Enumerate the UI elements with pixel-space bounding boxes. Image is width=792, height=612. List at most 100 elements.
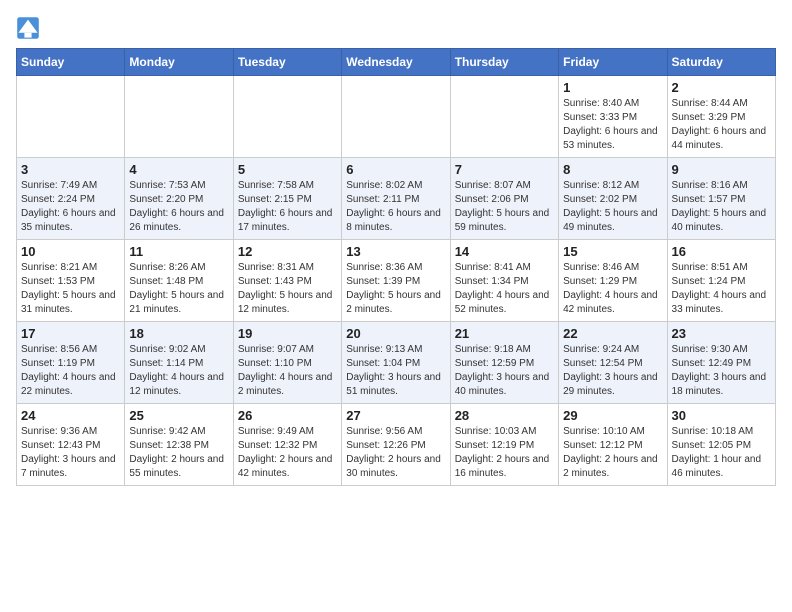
day-info: Sunrise: 9:02 AM Sunset: 1:14 PM Dayligh…	[129, 343, 228, 399]
calendar-cell: 18Sunrise: 9:02 AM Sunset: 1:14 PM Dayli…	[125, 322, 233, 404]
weekday-header-friday: Friday	[559, 49, 667, 76]
day-info: Sunrise: 9:42 AM Sunset: 12:38 PM Daylig…	[129, 425, 228, 481]
calendar-cell: 27 Sunrise: 9:56 AM Sunset: 12:26 PM Dayl…	[342, 404, 450, 486]
day-info: Sunrise: 9:56 AM Sunset: 12:26 PM Daylig…	[346, 425, 445, 481]
calendar-cell: 23Sunrise: 9:30 AM Sunset: 12:49 PM Dayl…	[667, 322, 775, 404]
day-info: Sunrise: 7:58 AM Sunset: 2:15 PM Dayligh…	[238, 179, 337, 235]
day-info: Sunrise: 8:12 AM Sunset: 2:02 PM Dayligh…	[563, 179, 662, 235]
calendar-cell: 17 Sunrise: 8:56 AM Sunset: 1:19 PM Dayli…	[17, 322, 125, 404]
day-info: Sunrise: 8:26 AM Sunset: 1:48 PM Dayligh…	[129, 261, 228, 317]
calendar-cell: 5 Sunrise: 7:58 AM Sunset: 2:15 PM Daylig…	[233, 158, 341, 240]
calendar-table: SundayMondayTuesdayWednesdayThursdayFrid…	[16, 48, 776, 486]
day-number: 24	[21, 408, 120, 423]
day-number: 30	[672, 408, 771, 423]
day-number: 14	[455, 244, 554, 259]
day-info: Sunrise: 8:46 AM Sunset: 1:29 PM Dayligh…	[563, 261, 662, 317]
day-number: 8	[563, 162, 662, 177]
day-info: Sunrise: 8:21 AM Sunset: 1:53 PM Dayligh…	[21, 261, 120, 317]
day-number: 13	[346, 244, 445, 259]
day-number: 12	[238, 244, 337, 259]
day-info: Sunrise: 8:16 AM Sunset: 1:57 PM Dayligh…	[672, 179, 771, 235]
day-number: 25	[129, 408, 228, 423]
calendar-cell: 2 Sunrise: 8:44 AM Sunset: 3:29 PM Daylig…	[667, 76, 775, 158]
day-number: 11	[129, 244, 228, 259]
calendar-cell: 7Sunrise: 8:07 AM Sunset: 2:06 PM Daylig…	[450, 158, 558, 240]
calendar-cell: 14 Sunrise: 8:41 AM Sunset: 1:34 PM Dayli…	[450, 240, 558, 322]
day-number: 1	[563, 80, 662, 95]
calendar-cell: 9 Sunrise: 8:16 AM Sunset: 1:57 PM Daylig…	[667, 158, 775, 240]
day-info: Sunrise: 9:49 AM Sunset: 12:32 PM Daylig…	[238, 425, 337, 481]
calendar-cell: 22Sunrise: 9:24 AM Sunset: 12:54 PM Dayl…	[559, 322, 667, 404]
day-info: Sunrise: 9:30 AM Sunset: 12:49 PM Daylig…	[672, 343, 771, 399]
calendar-cell: 20 Sunrise: 9:13 AM Sunset: 1:04 PM Dayli…	[342, 322, 450, 404]
day-number: 17	[21, 326, 120, 341]
calendar-cell: 30 Sunrise: 10:18 AM Sunset: 12:05 PM Day…	[667, 404, 775, 486]
calendar-cell: 15 Sunrise: 8:46 AM Sunset: 1:29 PM Dayli…	[559, 240, 667, 322]
day-info: Sunrise: 8:02 AM Sunset: 2:11 PM Dayligh…	[346, 179, 445, 235]
day-info: Sunrise: 7:53 AM Sunset: 2:20 PM Dayligh…	[129, 179, 228, 235]
calendar-cell: 29 Sunrise: 10:10 AM Sunset: 12:12 PM Day…	[559, 404, 667, 486]
calendar-week-4: 17 Sunrise: 8:56 AM Sunset: 1:19 PM Dayli…	[17, 322, 776, 404]
calendar-cell: 8 Sunrise: 8:12 AM Sunset: 2:02 PM Daylig…	[559, 158, 667, 240]
calendar-header-row: SundayMondayTuesdayWednesdayThursdayFrid…	[17, 49, 776, 76]
day-info: Sunrise: 8:51 AM Sunset: 1:24 PM Dayligh…	[672, 261, 771, 317]
day-number: 22	[563, 326, 662, 341]
calendar-cell: 16 Sunrise: 8:51 AM Sunset: 1:24 PM Dayli…	[667, 240, 775, 322]
day-info: Sunrise: 9:13 AM Sunset: 1:04 PM Dayligh…	[346, 343, 445, 399]
day-number: 2	[672, 80, 771, 95]
calendar-week-2: 3Sunrise: 7:49 AM Sunset: 2:24 PM Daylig…	[17, 158, 776, 240]
day-number: 9	[672, 162, 771, 177]
calendar-cell	[233, 76, 341, 158]
calendar-cell	[342, 76, 450, 158]
day-number: 16	[672, 244, 771, 259]
calendar-cell: 11 Sunrise: 8:26 AM Sunset: 1:48 PM Dayli…	[125, 240, 233, 322]
day-info: Sunrise: 10:18 AM Sunset: 12:05 PM Dayli…	[672, 425, 771, 481]
day-info: Sunrise: 10:10 AM Sunset: 12:12 PM Dayli…	[563, 425, 662, 481]
day-info: Sunrise: 8:44 AM Sunset: 3:29 PM Dayligh…	[672, 97, 771, 153]
day-info: Sunrise: 8:56 AM Sunset: 1:19 PM Dayligh…	[21, 343, 120, 399]
weekday-header-saturday: Saturday	[667, 49, 775, 76]
page-header	[16, 16, 776, 40]
calendar-cell: 21 Sunrise: 9:18 AM Sunset: 12:59 PM Dayl…	[450, 322, 558, 404]
day-info: Sunrise: 9:18 AM Sunset: 12:59 PM Daylig…	[455, 343, 554, 399]
day-number: 4	[129, 162, 228, 177]
calendar-cell: 12 Sunrise: 8:31 AM Sunset: 1:43 PM Dayli…	[233, 240, 341, 322]
day-number: 3	[21, 162, 120, 177]
day-number: 21	[455, 326, 554, 341]
weekday-header-monday: Monday	[125, 49, 233, 76]
calendar-week-1: 1 Sunrise: 8:40 AM Sunset: 3:33 PM Daylig…	[17, 76, 776, 158]
weekday-header-thursday: Thursday	[450, 49, 558, 76]
calendar-cell: 13 Sunrise: 8:36 AM Sunset: 1:39 PM Dayli…	[342, 240, 450, 322]
calendar-cell: 19 Sunrise: 9:07 AM Sunset: 1:10 PM Dayli…	[233, 322, 341, 404]
day-number: 29	[563, 408, 662, 423]
weekday-header-tuesday: Tuesday	[233, 49, 341, 76]
calendar-cell	[450, 76, 558, 158]
day-number: 5	[238, 162, 337, 177]
logo-icon	[16, 16, 40, 40]
day-number: 15	[563, 244, 662, 259]
day-number: 26	[238, 408, 337, 423]
weekday-header-wednesday: Wednesday	[342, 49, 450, 76]
day-info: Sunrise: 9:07 AM Sunset: 1:10 PM Dayligh…	[238, 343, 337, 399]
calendar-cell: 26 Sunrise: 9:49 AM Sunset: 12:32 PM Dayl…	[233, 404, 341, 486]
weekday-header-sunday: Sunday	[17, 49, 125, 76]
calendar-cell: 6 Sunrise: 8:02 AM Sunset: 2:11 PM Daylig…	[342, 158, 450, 240]
day-number: 10	[21, 244, 120, 259]
day-info: Sunrise: 9:36 AM Sunset: 12:43 PM Daylig…	[21, 425, 120, 481]
day-info: Sunrise: 8:36 AM Sunset: 1:39 PM Dayligh…	[346, 261, 445, 317]
day-info: Sunrise: 8:40 AM Sunset: 3:33 PM Dayligh…	[563, 97, 662, 153]
calendar-cell: 3Sunrise: 7:49 AM Sunset: 2:24 PM Daylig…	[17, 158, 125, 240]
day-number: 20	[346, 326, 445, 341]
day-number: 19	[238, 326, 337, 341]
calendar-cell: 10 Sunrise: 8:21 AM Sunset: 1:53 PM Dayli…	[17, 240, 125, 322]
day-info: Sunrise: 8:31 AM Sunset: 1:43 PM Dayligh…	[238, 261, 337, 317]
calendar-cell: 28Sunrise: 10:03 AM Sunset: 12:19 PM Day…	[450, 404, 558, 486]
calendar-cell	[125, 76, 233, 158]
calendar-cell	[17, 76, 125, 158]
day-info: Sunrise: 8:41 AM Sunset: 1:34 PM Dayligh…	[455, 261, 554, 317]
day-number: 7	[455, 162, 554, 177]
day-number: 27	[346, 408, 445, 423]
day-number: 28	[455, 408, 554, 423]
day-number: 6	[346, 162, 445, 177]
calendar-cell: 25 Sunrise: 9:42 AM Sunset: 12:38 PM Dayl…	[125, 404, 233, 486]
